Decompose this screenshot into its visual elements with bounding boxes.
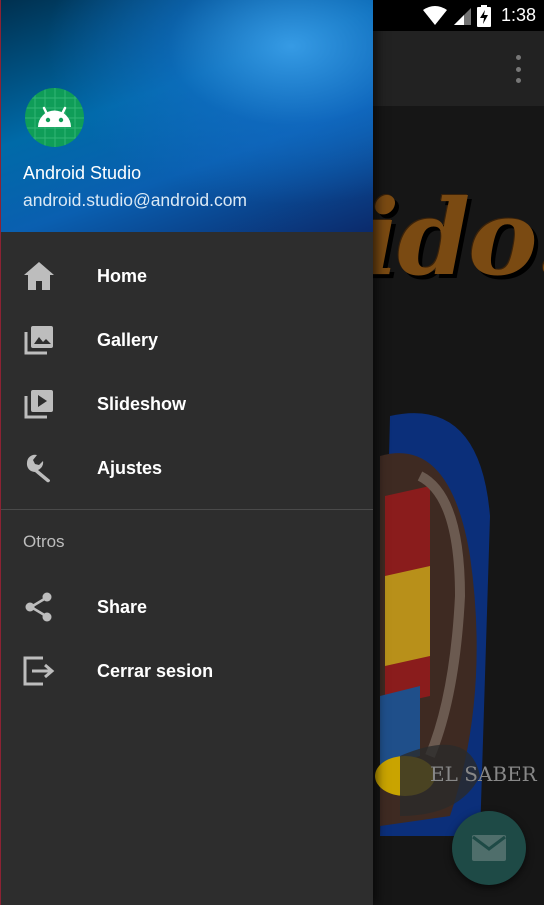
menu-item-slideshow[interactable]: Slideshow [1,372,373,436]
share-icon [23,591,55,623]
menu-divider [1,509,373,510]
status-time: 1:38 [500,5,536,25]
slideshow-icon [23,388,55,420]
menu-label-ajustes: Ajustes [97,458,163,478]
avatar[interactable] [25,88,84,147]
android-icon [25,88,84,147]
crest-image: EL SABER [375,413,538,836]
menu-item-home[interactable]: Home [1,244,373,308]
wrench-icon [23,452,55,484]
more-vert-icon[interactable] [506,55,530,83]
menu-label-home: Home [97,266,148,286]
background-title-image: ido! [360,176,544,299]
menu-label-share: Share [97,597,148,617]
drawer-header: Android Studio android.studio@android.co… [1,0,373,232]
user-name: Android Studio [23,163,142,183]
menu-item-share[interactable]: Share [1,575,373,639]
menu-item-gallery[interactable]: Gallery [1,308,373,372]
menu-item-cerrar-sesion[interactable]: Cerrar sesion [1,639,373,703]
user-email: android.studio@android.com [23,190,248,210]
menu-item-ajustes[interactable]: Ajustes [1,436,373,500]
status-icons: 1:38 [422,0,536,31]
menu-label-cerrar-sesion: Cerrar sesion [97,661,214,681]
wifi-icon [422,5,447,25]
menu-label-slideshow: Slideshow [97,394,187,414]
navigation-drawer: Android Studio android.studio@android.co… [0,0,373,905]
crest-text: EL SABER [430,762,538,786]
section-header-otros: Otros [23,532,65,551]
mail-fab-button[interactable] [452,811,526,885]
battery-charging-icon [476,4,491,27]
mail-icon [472,835,506,861]
home-icon [23,260,55,292]
gallery-icon [23,324,55,356]
menu-label-gallery: Gallery [97,330,159,350]
signal-icon [453,7,471,25]
exit-icon [23,655,55,687]
